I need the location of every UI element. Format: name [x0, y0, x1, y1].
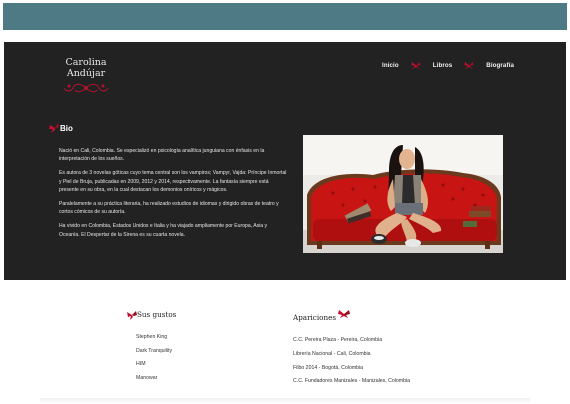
- list-item: Filbo 2014 - Bogotá, Colombia: [293, 364, 364, 371]
- list-item: C.C. Fundadores Manizales - Manizales, C…: [293, 378, 411, 385]
- bio-paragraph: Paralelamente a su práctica literaria, h…: [59, 201, 279, 216]
- bio-paragraph: Ha vivido en Colombia, Estados Unidos e …: [59, 223, 268, 238]
- list-item: Stephen King: [136, 334, 168, 340]
- list-item: Librería Nacional - Cali, Colombia: [293, 350, 371, 357]
- likes-list: Stephen King Dark Tranquility HIM Manowa…: [136, 331, 172, 385]
- list-item: Dark Tranquility: [136, 347, 173, 354]
- appearances-heading: Apariciones: [293, 305, 351, 322]
- page-bottom-shadow: [40, 398, 530, 404]
- nav-inicio[interactable]: Inicio: [382, 62, 399, 69]
- butterfly-icon: [338, 309, 351, 318]
- bio-title: Bio: [60, 123, 73, 133]
- bio-heading: Bio: [49, 122, 73, 134]
- nav-libros[interactable]: Libros: [433, 62, 453, 69]
- top-banner-bar: [3, 3, 567, 30]
- butterfly-icon: [411, 61, 421, 69]
- logo-line-2: Andújar: [66, 68, 106, 79]
- logo-line-1: Carolina: [65, 57, 107, 68]
- butterfly-icon: [127, 311, 137, 320]
- site-logo[interactable]: Carolina Andújar: [56, 57, 116, 94]
- nav-biografia[interactable]: Biografía: [486, 62, 514, 69]
- list-item: HIM: [136, 361, 146, 367]
- bio-text: Nació en Cali, Colombia. Se especializó …: [59, 147, 287, 245]
- likes-heading: Sus gustos: [127, 308, 176, 320]
- butterfly-icon: [49, 123, 59, 133]
- ornament-icon: [63, 83, 109, 93]
- list-item: Manowar: [136, 374, 158, 381]
- bio-paragraph: Es autora de 3 novelas góticas cuyo tema…: [59, 170, 287, 193]
- appearances-title: Apariciones: [293, 313, 337, 322]
- appearances-list: C.C. Pereira Plaza - Pereira, Colombia L…: [293, 334, 410, 389]
- bio-paragraph: Nació en Cali, Colombia. Se especializó …: [59, 148, 265, 163]
- main-nav: Inicio Libros Biografía: [382, 58, 514, 72]
- author-photo: [303, 135, 503, 253]
- likes-title: Sus gustos: [137, 309, 177, 319]
- butterfly-icon: [464, 61, 474, 69]
- list-item: C.C. Pereira Plaza - Pereira, Colombia: [293, 337, 383, 343]
